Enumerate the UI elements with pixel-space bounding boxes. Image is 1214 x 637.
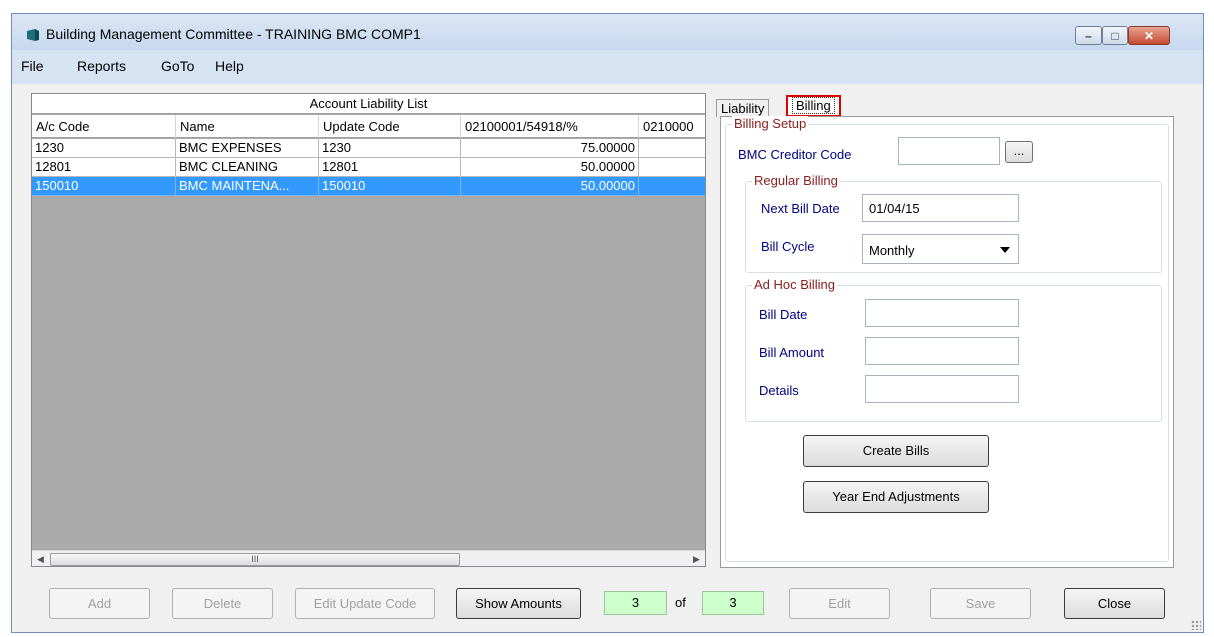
menu-help[interactable]: Help: [215, 58, 244, 74]
menu-file[interactable]: File: [21, 58, 44, 74]
adhoc-billing-group: Ad Hoc Billing Bill Date Bill Amount Det…: [745, 277, 1162, 422]
year-end-adjustments-button[interactable]: Year End Adjustments: [803, 481, 989, 513]
cell-code: 12801: [32, 158, 176, 177]
cell-update-code: 12801: [319, 158, 461, 177]
app-window: Building Management Committee - TRAINING…: [11, 13, 1204, 633]
billing-setup-group: Billing Setup BMC Creditor Code ... Regu…: [725, 116, 1169, 562]
details-label: Details: [759, 383, 799, 398]
show-amounts-button[interactable]: Show Amounts: [456, 588, 581, 619]
column-header-name[interactable]: Name: [176, 115, 319, 138]
menu-reports[interactable]: Reports: [77, 58, 126, 74]
app-icon: [27, 29, 39, 41]
details-input[interactable]: [865, 375, 1019, 403]
creditor-code-input[interactable]: [898, 137, 1000, 165]
delete-button[interactable]: Delete: [172, 588, 273, 619]
cell-value: 50.00000: [461, 177, 639, 196]
menu-bar: File Reports GoTo Help: [12, 54, 1203, 84]
save-button[interactable]: Save: [930, 588, 1031, 619]
close-button[interactable]: Close: [1064, 588, 1165, 619]
cell-update-code: 150010: [319, 177, 461, 196]
close-window-button[interactable]: ✕: [1128, 26, 1170, 45]
cell-name: BMC EXPENSES: [176, 139, 319, 158]
menu-goto[interactable]: GoTo: [161, 58, 194, 74]
table-row[interactable]: 12801 BMC CLEANING 12801 50.00000: [32, 158, 705, 177]
cell-code: 150010: [32, 177, 176, 196]
next-bill-date-input[interactable]: 01/04/15: [862, 194, 1019, 222]
column-header-update-code[interactable]: Update Code: [319, 115, 461, 138]
window-title: Building Management Committee - TRAINING…: [46, 26, 421, 42]
cell-name: BMC CLEANING: [176, 158, 319, 177]
bill-cycle-select[interactable]: Monthly: [862, 234, 1019, 264]
adhoc-billing-label: Ad Hoc Billing: [752, 277, 837, 292]
of-label: of: [675, 595, 686, 610]
cell-value: 75.00000: [461, 139, 639, 158]
billing-setup-label: Billing Setup: [732, 116, 809, 131]
creditor-code-label: BMC Creditor Code: [738, 147, 852, 162]
add-button[interactable]: Add: [49, 588, 150, 619]
scroll-right-icon[interactable]: ▶: [688, 551, 705, 566]
cell-update-code: 1230: [319, 139, 461, 158]
regular-billing-label: Regular Billing: [752, 173, 840, 188]
grid-caption: Account Liability List: [32, 94, 705, 114]
column-header-allocation[interactable]: 02100001/54918/%: [461, 115, 639, 138]
scroll-thumb[interactable]: III: [50, 553, 460, 566]
bill-date-input[interactable]: [865, 299, 1019, 327]
edit-update-code-button[interactable]: Edit Update Code: [295, 588, 435, 619]
tab-liability[interactable]: Liability: [716, 99, 770, 117]
bill-amount-input[interactable]: [865, 337, 1019, 365]
record-total-field: 3: [702, 591, 764, 615]
client-area: Account Liability List A/c Code Name Upd…: [12, 84, 1203, 632]
maximize-icon: □: [1111, 28, 1119, 43]
cell-empty: [639, 177, 705, 196]
cell-empty: [639, 158, 705, 177]
bill-cycle-value: Monthly: [869, 243, 915, 258]
edit-button[interactable]: Edit: [789, 588, 890, 619]
bill-date-label: Bill Date: [759, 307, 808, 322]
create-bills-button[interactable]: Create Bills: [803, 435, 989, 467]
cell-value: 50.00000: [461, 158, 639, 177]
cell-empty: [639, 139, 705, 158]
bill-cycle-label: Bill Cycle: [761, 239, 815, 254]
close-icon: ✕: [1143, 28, 1155, 43]
horizontal-scrollbar[interactable]: ◀ III ▶: [32, 550, 705, 566]
billing-tab-page: Billing Setup BMC Creditor Code ... Regu…: [720, 116, 1174, 568]
chevron-down-icon: [1000, 247, 1010, 253]
tab-billing-label: Billing: [792, 97, 835, 114]
grid-header: A/c Code Name Update Code 02100001/54918…: [32, 115, 705, 138]
title-bar[interactable]: Building Management Committee - TRAINING…: [12, 14, 1203, 50]
minimize-button[interactable]: –: [1075, 26, 1102, 45]
resize-grip-icon[interactable]: [1191, 620, 1201, 630]
cell-name: BMC MAINTENA...: [176, 177, 319, 196]
next-bill-date-label: Next Bill Date: [761, 201, 840, 216]
table-row-selected[interactable]: 150010 BMC MAINTENA... 150010 50.00000: [32, 177, 705, 196]
record-index-field: 3: [604, 591, 667, 615]
liability-grid[interactable]: Account Liability List A/c Code Name Upd…: [31, 93, 706, 567]
regular-billing-group: Regular Billing Next Bill Date 01/04/15 …: [745, 173, 1162, 273]
column-header-code[interactable]: A/c Code: [32, 115, 176, 138]
scroll-left-icon[interactable]: ◀: [32, 551, 49, 566]
table-row[interactable]: 1230 BMC EXPENSES 1230 75.00000: [32, 139, 705, 158]
minimize-icon: –: [1085, 28, 1092, 43]
creditor-browse-button[interactable]: ...: [1005, 141, 1033, 163]
maximize-button[interactable]: □: [1102, 26, 1128, 45]
bill-amount-label: Bill Amount: [759, 345, 825, 360]
cell-code: 1230: [32, 139, 176, 158]
tab-billing[interactable]: Billing: [786, 95, 841, 117]
column-header-allocation-2[interactable]: 0210000: [639, 115, 705, 138]
